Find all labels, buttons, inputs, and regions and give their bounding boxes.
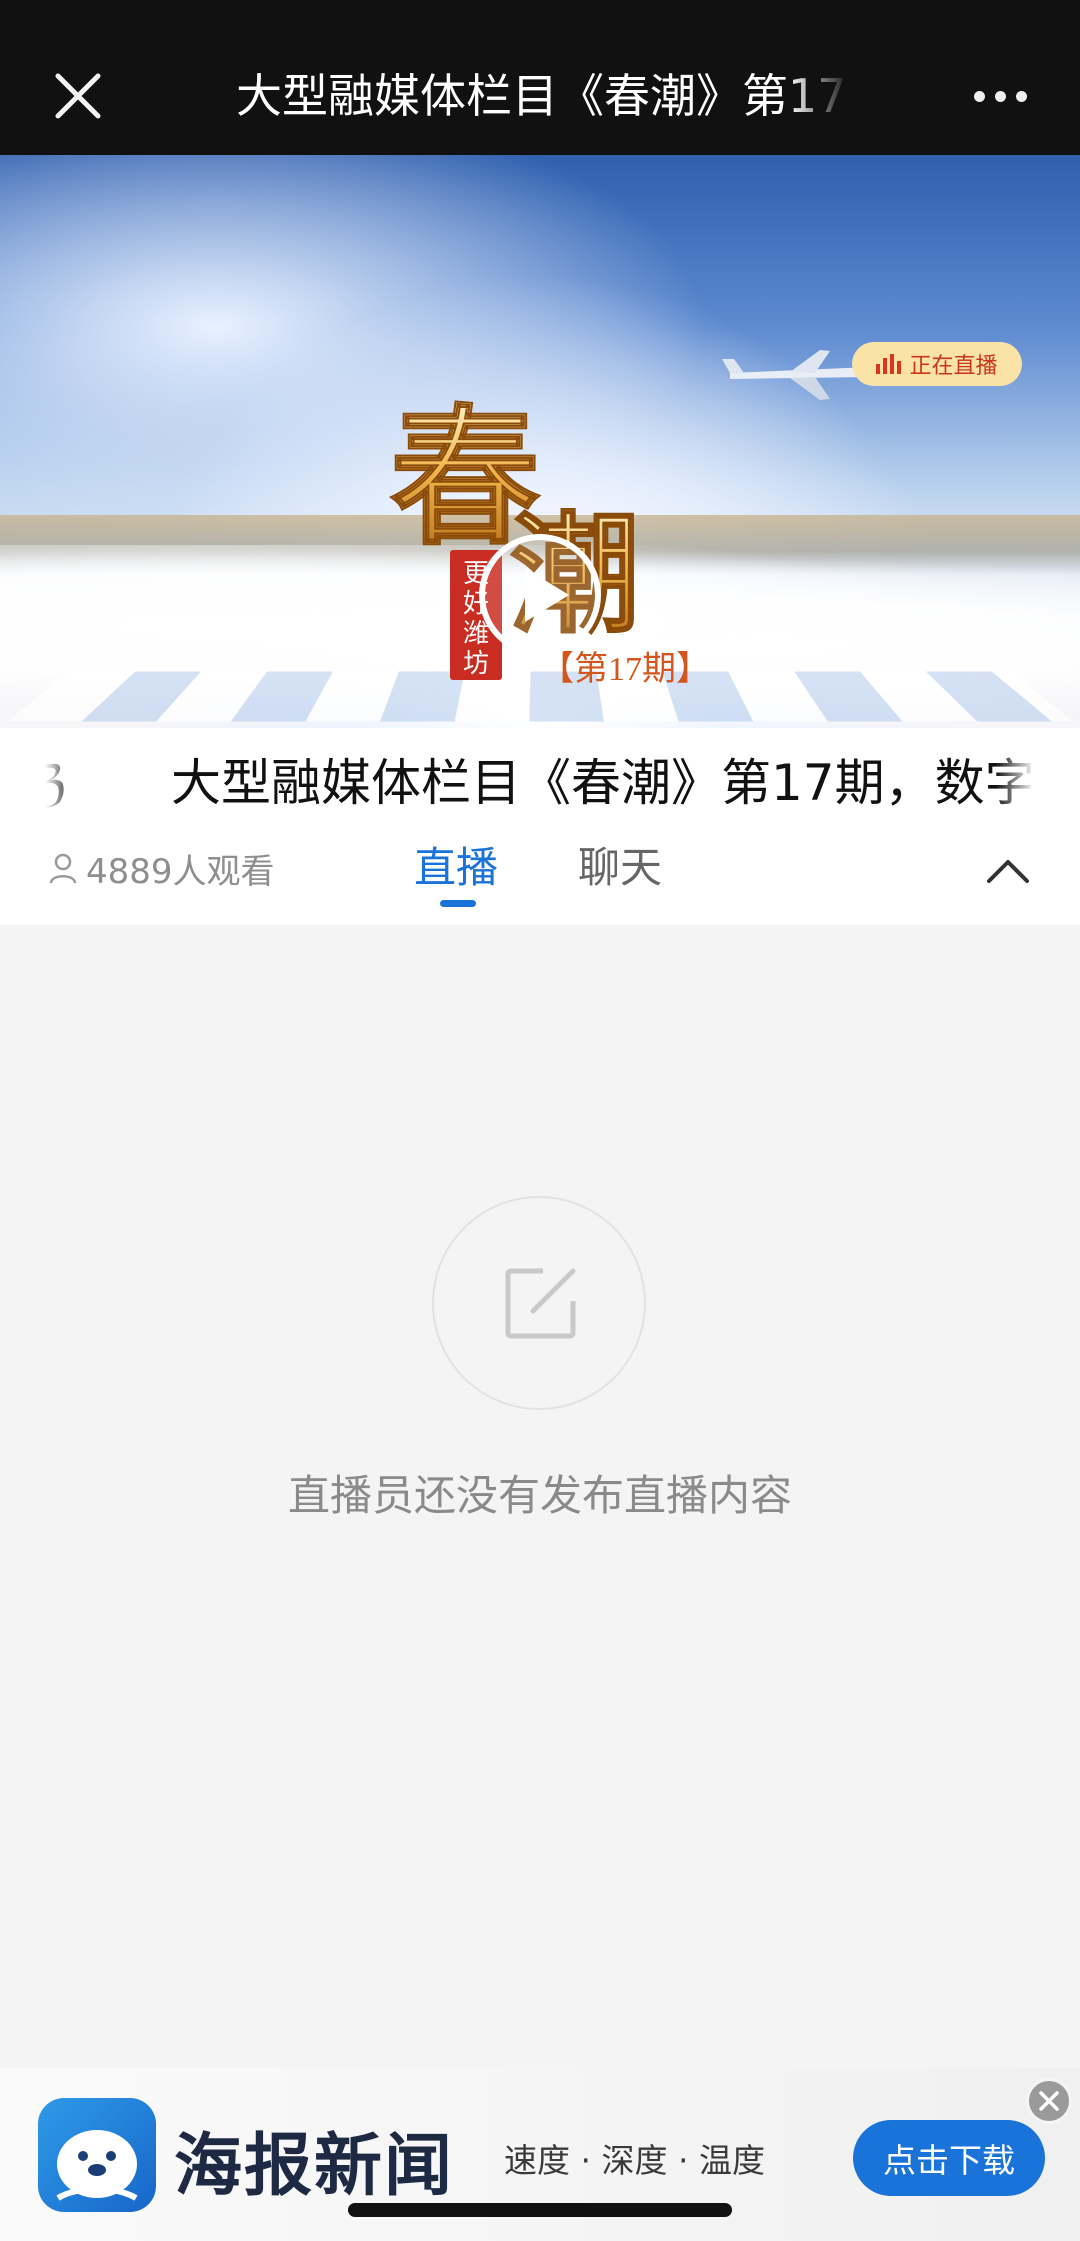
empty-state-message: 直播员还没有发布直播内容 [287, 1471, 792, 1520]
play-icon[interactable] [475, 530, 605, 660]
viewer-count-text: 4889人观看 [86, 851, 275, 892]
brand-name: 海报新闻 [174, 2127, 455, 2206]
page-title-container: 大型融媒体栏目《春潮》第17期，数字 [236, 60, 850, 132]
brand-slogan: 速度 · 深度 · 温度 [504, 2141, 765, 2180]
more-dot [995, 90, 1006, 102]
banner-close-button[interactable] [1026, 2078, 1072, 2124]
top-bar: 大型融媒体栏目《春潮》第17期，数字 [0, 0, 1080, 155]
haibao-app-logo [38, 2098, 156, 2212]
page-title: 大型融媒体栏目《春潮》第17期，数字 [236, 69, 850, 123]
chevron-up-icon[interactable] [985, 855, 1031, 885]
live-info-panel: ℨ 大型融媒体栏目《春潮》第17期，数字 4889人观看 直播 聊天 [0, 728, 1080, 925]
video-player[interactable]: 正在直播 春 潮 更 好 潍 坊 【第17期】 [0, 155, 1080, 728]
seal-logo-icon [56, 2130, 138, 2201]
edit-icon [505, 1268, 576, 1339]
more-dot [1016, 90, 1027, 102]
person-icon [49, 853, 77, 884]
more-button[interactable] [974, 86, 1030, 106]
download-button[interactable]: 点击下载 [853, 2120, 1045, 2196]
close-circle-icon [1039, 2091, 1059, 2111]
viewer-count: 4889人观看 [48, 843, 275, 893]
active-tab-indicator [440, 900, 476, 907]
live-bars-icon [876, 354, 902, 374]
more-dots-icon [974, 90, 985, 102]
live-status-badge: 正在直播 [852, 342, 1022, 386]
close-icon [55, 73, 101, 119]
tab-live[interactable]: 直播 [414, 840, 498, 896]
close-button[interactable] [50, 68, 106, 124]
live-badge-label: 正在直播 [909, 354, 998, 379]
title-marquee: ℨ 大型融媒体栏目《春潮》第17期，数字 [45, 743, 1035, 823]
live-title: 大型融媒体栏目《春潮》第17期，数字 [171, 754, 1035, 812]
tab-chat[interactable]: 聊天 [578, 840, 662, 896]
marquee-trailing-fragment: ℨ [45, 754, 66, 812]
home-indicator [348, 2203, 732, 2217]
